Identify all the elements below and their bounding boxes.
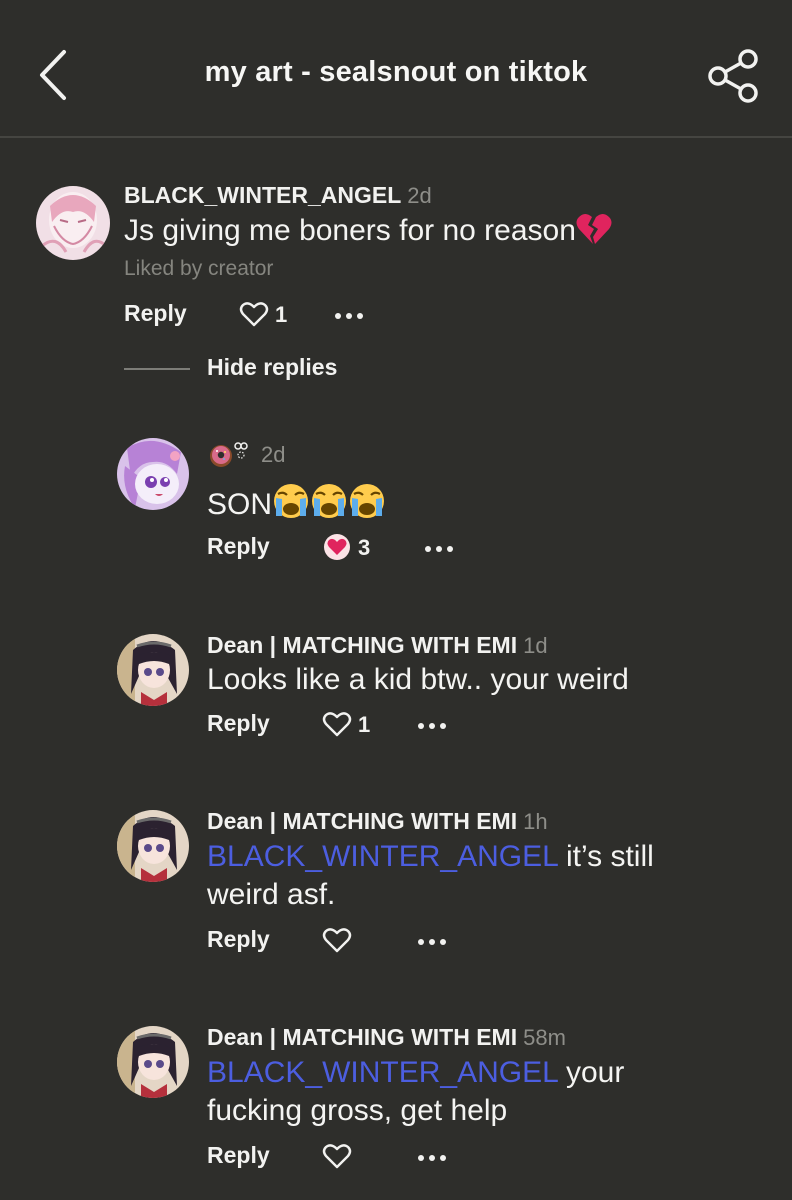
comment-actions: Reply 3 bbox=[207, 533, 467, 567]
hide-replies-label: Hide replies bbox=[207, 354, 338, 380]
avatar[interactable] bbox=[117, 1026, 189, 1098]
like-count: 3 bbox=[358, 535, 371, 560]
comment-text: Looks like a kid btw.. your weird bbox=[207, 663, 629, 696]
heart-outline-icon bbox=[239, 302, 269, 327]
avatar[interactable] bbox=[117, 438, 189, 510]
top-bar: my art - sealsnout on tiktok bbox=[0, 0, 792, 138]
mention-link[interactable]: BLACK_WINTER_ANGEL bbox=[207, 840, 558, 873]
more-dots-icon[interactable] bbox=[424, 545, 454, 553]
comment-header: Dean | MATCHING WITH EMI 1d bbox=[207, 632, 548, 659]
heart-outline-icon bbox=[322, 1144, 352, 1169]
more-dots-icon[interactable] bbox=[417, 938, 447, 946]
comment-text: SON bbox=[207, 482, 767, 524]
reply-button[interactable]: Reply bbox=[207, 533, 270, 560]
page-title: my art - sealsnout on tiktok bbox=[204, 56, 588, 88]
timestamp: 1d bbox=[523, 633, 548, 658]
reply-button[interactable]: Reply bbox=[207, 710, 270, 737]
comment-header: Dean | MATCHING WITH EMI 1h bbox=[207, 808, 548, 835]
username[interactable]: Dean | MATCHING WITH EMI bbox=[207, 808, 517, 834]
timestamp: 58m bbox=[523, 1025, 566, 1050]
username[interactable]: BLACK_WINTER_ANGEL bbox=[124, 182, 401, 208]
username[interactable]: Dean | MATCHING WITH EMI bbox=[207, 1024, 517, 1050]
avatar[interactable] bbox=[117, 634, 189, 706]
comment-header: Dean | MATCHING WITH EMI 58m bbox=[207, 1024, 566, 1051]
mention-link[interactable]: BLACK_WINTER_ANGEL bbox=[207, 1056, 558, 1089]
heart-outline-icon bbox=[322, 712, 352, 737]
timestamp: 2d bbox=[407, 183, 432, 208]
more-dots-icon[interactable] bbox=[417, 722, 447, 730]
like-count: 1 bbox=[275, 302, 288, 327]
more-dots-icon[interactable] bbox=[334, 312, 364, 320]
timestamp: 1h bbox=[523, 809, 548, 834]
share-button[interactable] bbox=[704, 48, 764, 104]
heart-outline-icon bbox=[322, 928, 352, 953]
reply-button[interactable]: Reply bbox=[207, 1142, 270, 1169]
avatar[interactable] bbox=[36, 186, 110, 260]
avatar[interactable] bbox=[117, 810, 189, 882]
broken-heart-emoji-icon bbox=[576, 214, 612, 244]
comment-header: BLACK_WINTER_ANGEL 2d bbox=[124, 182, 432, 209]
comment-actions: Reply 1 bbox=[207, 710, 467, 744]
reply-button[interactable]: Reply bbox=[207, 926, 270, 953]
comment-body: Js giving me boners for no reason bbox=[124, 214, 576, 247]
comment-text: BLACK_WINTER_ANGEL your fucking gross, g… bbox=[207, 1054, 687, 1130]
liked-by-creator: Liked by creator bbox=[124, 257, 274, 280]
username[interactable]: Dean | MATCHING WITH EMI bbox=[207, 632, 517, 658]
loudly-crying-face-emoji-icon bbox=[274, 484, 385, 518]
comment-actions: Reply 1 bbox=[124, 300, 384, 334]
comment-actions: Reply bbox=[207, 926, 467, 960]
reply-button[interactable]: Reply bbox=[124, 300, 187, 327]
like-count: 1 bbox=[358, 712, 371, 737]
more-dots-icon[interactable] bbox=[417, 1154, 447, 1162]
divider bbox=[124, 368, 190, 370]
share-icon bbox=[708, 49, 758, 103]
comment-text: Js giving me boners for no reason bbox=[124, 212, 744, 250]
comment-actions: Reply bbox=[207, 1142, 467, 1176]
heart-filled-icon bbox=[324, 534, 350, 560]
timestamp: 2d bbox=[261, 442, 286, 467]
comment-body: SON bbox=[207, 488, 273, 521]
comment-text: BLACK_WINTER_ANGEL it’s still weird asf. bbox=[207, 838, 707, 914]
comment-header: 2d bbox=[207, 440, 285, 468]
donut-emoji-icon bbox=[210, 442, 248, 467]
